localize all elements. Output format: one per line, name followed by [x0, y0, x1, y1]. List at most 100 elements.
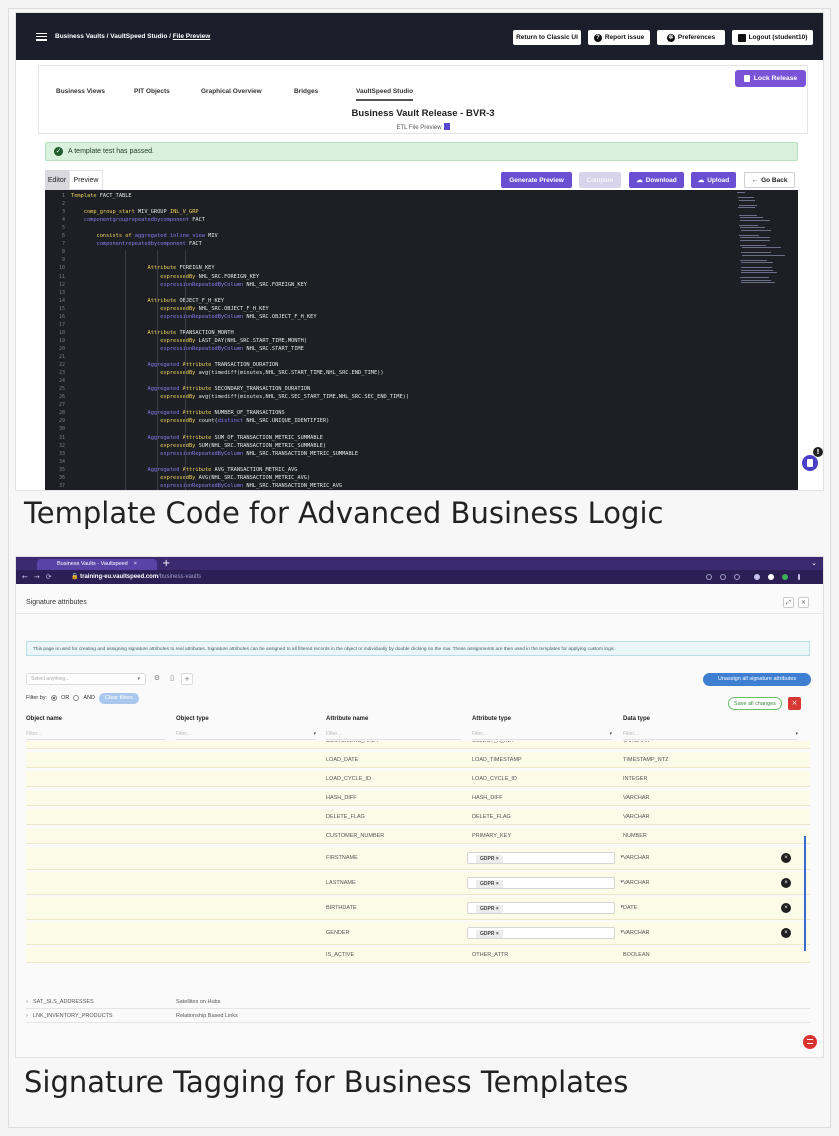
- back-arrow-icon[interactable]: ←: [22, 573, 28, 581]
- code-editor[interactable]: 1 2 3 4 5 6 7 8 9 10 11 12 13 14 15 16 17 18 19 20 21 22 23 24 2…: [45, 190, 798, 490]
- lock-release-button[interactable]: Lock Release: [735, 70, 806, 87]
- table-row[interactable]: CUSTOMERS_HKEY OBJECT_H_KEY VARCHAR: [26, 741, 810, 749]
- settings-icon[interactable]: ⚙: [151, 673, 163, 685]
- col-object-type[interactable]: Object type: [176, 716, 209, 722]
- col-object-name[interactable]: Object name: [26, 716, 62, 722]
- code-minimap[interactable]: [736, 192, 786, 287]
- save-all-button[interactable]: Save all changes: [728, 697, 782, 710]
- code-line: componentgrouprepeatedbycomponent FACT: [71, 217, 205, 223]
- col-attribute-name[interactable]: Attribute name: [326, 716, 368, 722]
- code-token: distinct: [217, 418, 247, 425]
- signature-attribute-dropdown[interactable]: GDPR × ▾: [467, 852, 623, 864]
- forward-arrow-icon[interactable]: →: [34, 573, 40, 581]
- editor-tab[interactable]: Editor: [45, 170, 69, 190]
- discard-button[interactable]: ×: [788, 697, 801, 710]
- minimap-line: [740, 239, 770, 241]
- gdpr-tag[interactable]: GDPR ×: [476, 930, 503, 938]
- logout-button[interactable]: Logout (student10): [732, 30, 813, 45]
- gdpr-tag[interactable]: GDPR ×: [476, 905, 503, 913]
- remove-assignment-icon[interactable]: ×: [781, 903, 791, 913]
- tab-pit-objects[interactable]: PIT Objects: [134, 88, 170, 95]
- table-row[interactable]: GENDER GDPR × ▾ × VARCHAR: [26, 922, 810, 945]
- tab-graphical-overview[interactable]: Graphical Overview: [201, 88, 262, 95]
- table-row[interactable]: LOAD_DATE LOAD_TIMESTAMP TIMESTAMP_NTZ: [26, 752, 810, 768]
- table-row[interactable]: FIRSTNAME GDPR × ▾ × VARCHAR: [26, 847, 810, 870]
- preferences-button[interactable]: ✲ Preferences: [657, 30, 725, 45]
- gdpr-tag[interactable]: GDPR ×: [476, 855, 503, 863]
- delete-icon[interactable]: ▯: [166, 673, 178, 685]
- filter-object-type[interactable]: Filter... ▾: [176, 729, 316, 740]
- add-button[interactable]: +: [181, 673, 193, 685]
- remove-assignment-icon[interactable]: ×: [781, 928, 791, 938]
- menu-icon[interactable]: [36, 32, 47, 41]
- share-icon[interactable]: [720, 574, 726, 580]
- code-line: consists of aggregated inline_view MIV: [71, 233, 218, 239]
- new-tab-icon[interactable]: +: [162, 557, 170, 570]
- chat-support-button[interactable]: [803, 1035, 817, 1049]
- breadcrumb-prefix[interactable]: Business Vaults / VaultSpeed Studio /: [55, 33, 173, 40]
- remove-assignment-icon[interactable]: ×: [781, 853, 791, 863]
- help-chat-button[interactable]: [802, 455, 818, 471]
- preview-tab[interactable]: Preview: [69, 170, 103, 190]
- extension-icon[interactable]: [754, 574, 760, 580]
- signature-attribute-select[interactable]: Select anything... ▾: [26, 673, 146, 685]
- download-button[interactable]: ☁ Download: [629, 172, 684, 188]
- table-row[interactable]: HASH_DIFF HASH_DIFF VARCHAR: [26, 790, 810, 806]
- filter-data-type[interactable]: Filter... ▾: [623, 729, 798, 740]
- table-scrollbar[interactable]: [804, 836, 806, 951]
- zoom-icon[interactable]: [706, 574, 712, 580]
- table-row[interactable]: BIRTHDATE GDPR × ▾ × DATE: [26, 897, 810, 920]
- lock-release-label: Lock Release: [753, 75, 798, 82]
- remove-tag-icon[interactable]: ×: [494, 881, 499, 887]
- filter-attribute-type[interactable]: Filter... ▾: [472, 729, 612, 740]
- and-radio[interactable]: [73, 695, 80, 701]
- group-row[interactable]: › LNK_INVENTORY_PRODUCTS Relationship Ba…: [26, 1010, 810, 1023]
- breadcrumb-current[interactable]: File Preview: [173, 33, 211, 40]
- star-icon[interactable]: [734, 574, 740, 580]
- tab-vaultspeed-studio[interactable]: VaultSpeed Studio: [356, 88, 414, 101]
- remove-assignment-icon[interactable]: ×: [781, 878, 791, 888]
- close-icon[interactable]: ×: [798, 597, 809, 608]
- filter-data-type-placeholder: Filter...: [623, 731, 639, 737]
- col-attribute-type[interactable]: Attribute type: [472, 716, 511, 722]
- table-row[interactable]: LASTNAME GDPR × ▾ × VARCHAR: [26, 872, 810, 895]
- table-row[interactable]: DELETE_FLAG DELETE_FLAG VARCHAR: [26, 809, 810, 825]
- url-field[interactable]: 🔒 training-eu.vaultspeed.com/business-va…: [71, 572, 201, 582]
- signature-attribute-dropdown[interactable]: GDPR × ▾: [467, 877, 623, 889]
- remove-tag-icon[interactable]: ×: [494, 856, 499, 862]
- close-tab-icon[interactable]: ×: [134, 559, 137, 570]
- table-row[interactable]: CUSTOMER_NUMBER PRIMARY_KEY NUMBER: [26, 828, 810, 844]
- reload-icon[interactable]: ⟳: [46, 573, 52, 581]
- col-data-type[interactable]: Data type: [623, 716, 650, 722]
- remove-tag-icon[interactable]: ×: [494, 931, 499, 937]
- unassign-all-button[interactable]: Unassign all signature attributes: [703, 673, 811, 686]
- or-radio[interactable]: [51, 695, 58, 701]
- signature-attribute-dropdown[interactable]: GDPR × ▾: [467, 927, 623, 939]
- attribute-name-cell: CUSTOMERS_HKEY: [326, 741, 379, 744]
- expand-icon[interactable]: ⤢: [783, 597, 794, 608]
- filter-attribute-name[interactable]: Filter...: [326, 729, 461, 740]
- remove-tag-icon[interactable]: ×: [494, 906, 499, 912]
- filter-object-name[interactable]: Filter...: [26, 729, 166, 740]
- signature-attribute-dropdown[interactable]: GDPR × ▾: [467, 902, 623, 914]
- table-row[interactable]: LOAD_CYCLE_ID LOAD_CYCLE_ID INTEGER: [26, 771, 810, 787]
- browser-tab[interactable]: Business Vaults - Vaultspeed ×: [37, 559, 157, 570]
- return-classic-button[interactable]: Return to Classic UI: [513, 30, 581, 45]
- gdpr-tag[interactable]: GDPR ×: [476, 880, 503, 888]
- document-icon[interactable]: [443, 123, 450, 130]
- compare-button[interactable]: Compare: [579, 172, 621, 188]
- tab-bridges[interactable]: Bridges: [294, 88, 318, 95]
- group-row[interactable]: › SAT_SLS_ADDRESSES Satellites on Hubs: [26, 996, 810, 1009]
- gdpr-tag-label: GDPR: [480, 856, 495, 862]
- generate-preview-button[interactable]: Generate Preview: [501, 172, 572, 188]
- report-issue-button[interactable]: ? Report issue: [588, 30, 650, 45]
- profile-avatar[interactable]: [782, 574, 788, 580]
- table-row[interactable]: IS_ACTIVE OTHER_ATTR BOOLEAN: [26, 947, 810, 963]
- go-back-button[interactable]: ← Go Back: [744, 172, 795, 188]
- upload-button[interactable]: ☁ Upload: [691, 172, 736, 188]
- chevron-down-icon[interactable]: ⌄: [811, 557, 817, 570]
- kebab-menu-icon[interactable]: [798, 574, 800, 580]
- puzzle-icon[interactable]: [768, 574, 774, 580]
- tab-business-views[interactable]: Business Views: [56, 88, 105, 95]
- clear-filters-button[interactable]: Clear filters: [98, 692, 139, 704]
